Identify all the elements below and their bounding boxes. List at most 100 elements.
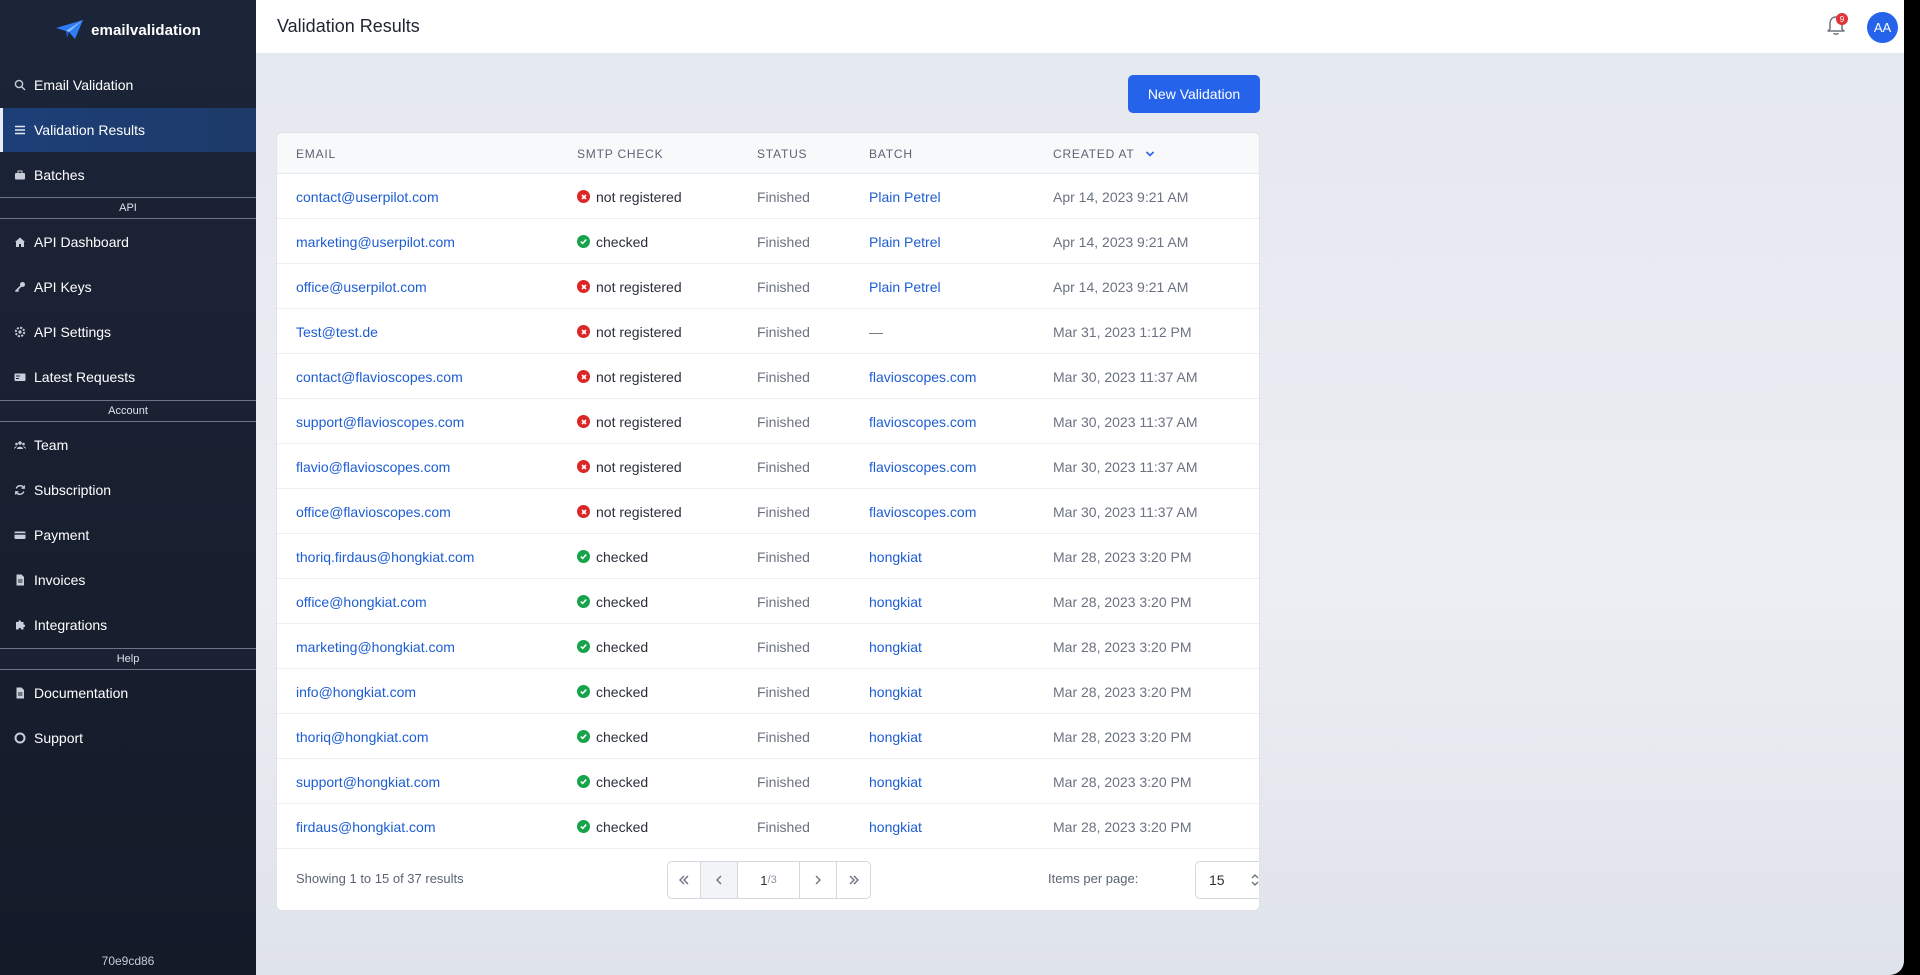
table-row: marketing@userpilot.com checked Finished Pl… (277, 219, 1259, 264)
sidebar-item-subscription[interactable]: Subscription (0, 468, 256, 512)
status-cell: Finished (757, 188, 810, 205)
status-cell: Finished (757, 233, 810, 250)
sidebar-item-api-keys[interactable]: API Keys (0, 265, 256, 309)
sidebar-item-invoices[interactable]: Invoices (0, 558, 256, 602)
sidebar-item-label: API Settings (34, 324, 112, 340)
batch-link[interactable]: flavioscopes.com (869, 399, 976, 444)
created-at-cell: Mar 31, 2023 1:12 PM (1053, 323, 1192, 340)
email-link[interactable]: support@flavioscopes.com (296, 399, 464, 444)
sidebar-item-validation-results[interactable]: Validation Results (0, 108, 256, 152)
table-row: info@hongkiat.com checked Finished hongkiat… (277, 669, 1259, 714)
smtp-check-text: not registered (596, 458, 682, 475)
created-at-cell: Mar 30, 2023 11:37 AM (1053, 503, 1198, 520)
avatar[interactable]: AA (1867, 12, 1898, 43)
email-link[interactable]: Test@test.de (296, 309, 378, 354)
sidebar-item-label: Payment (34, 527, 90, 543)
email-link[interactable]: thoriq.firdaus@hongkiat.com (296, 534, 474, 579)
email-link[interactable]: thoriq@hongkiat.com (296, 714, 429, 759)
sidebar-item-latest-requests[interactable]: Latest Requests (0, 355, 256, 399)
sidebar-item-payment[interactable]: Payment (0, 513, 256, 557)
table-header: EMAIL SMTP CHECK STATUS BATCH CREATED AT (277, 133, 1259, 174)
x-circle-icon (577, 460, 590, 473)
created-at-cell: Apr 14, 2023 9:21 AM (1053, 233, 1189, 250)
batch-link[interactable]: hongkiat (869, 534, 922, 579)
column-header-created-at[interactable]: CREATED AT (1053, 133, 1155, 174)
sidebar-item-integrations[interactable]: Integrations (0, 603, 256, 647)
email-link[interactable]: flavio@flavioscopes.com (296, 444, 450, 489)
smtp-check-text: checked (596, 593, 649, 610)
items-per-page-select[interactable]: 15 (1195, 861, 1259, 899)
first-page-button[interactable] (668, 862, 701, 898)
x-circle-icon (577, 415, 590, 428)
batch-link[interactable]: hongkiat (869, 669, 922, 714)
smtp-check-text: not registered (596, 188, 682, 205)
column-header-email[interactable]: EMAIL (296, 133, 336, 174)
sort-desc-icon[interactable] (1145, 150, 1155, 158)
batch-link[interactable]: flavioscopes.com (869, 444, 976, 489)
smtp-check-cell: not registered (577, 174, 682, 219)
select-arrows-icon (1251, 874, 1259, 886)
created-at-cell: Apr 14, 2023 9:21 AM (1053, 188, 1189, 205)
table-row: flavio@flavioscopes.com not registered Fin… (277, 444, 1259, 489)
email-link[interactable]: support@hongkiat.com (296, 759, 440, 804)
app-frame: emailvalidation Email Validation Validati… (0, 0, 1904, 975)
sidebar-item-email-validation[interactable]: Email Validation (0, 63, 256, 107)
email-link[interactable]: firdaus@hongkiat.com (296, 804, 436, 849)
status-cell: Finished (757, 323, 810, 340)
batch-link[interactable]: hongkiat (869, 579, 922, 624)
batch-link[interactable]: hongkiat (869, 714, 922, 759)
next-page-button[interactable] (800, 862, 837, 898)
batch-link[interactable]: Plain Petrel (869, 264, 941, 309)
email-link[interactable]: office@hongkiat.com (296, 579, 427, 624)
smtp-check-cell: checked (577, 219, 648, 264)
batch-link[interactable]: Plain Petrel (869, 174, 941, 219)
lifebuoy-icon (12, 730, 28, 746)
sidebar-item-batches[interactable]: Batches (0, 153, 256, 197)
double-chevron-right-icon (849, 875, 859, 885)
table-row: marketing@hongkiat.com checked Finished hon… (277, 624, 1259, 669)
table-row: office@hongkiat.com checked Finished hongki… (277, 579, 1259, 624)
sidebar-item-documentation[interactable]: Documentation (0, 671, 256, 715)
batch-link[interactable]: hongkiat (869, 804, 922, 849)
new-validation-button[interactable]: New Validation (1128, 75, 1260, 113)
created-at-cell: Mar 28, 2023 3:20 PM (1053, 818, 1192, 835)
status-cell: Finished (757, 413, 810, 430)
card-icon (12, 369, 28, 385)
batch-link[interactable]: hongkiat (869, 624, 922, 669)
sidebar-item-api-dashboard[interactable]: API Dashboard (0, 220, 256, 264)
brand-logo[interactable]: emailvalidation (0, 0, 256, 60)
page-input[interactable]: 1/3 (738, 862, 800, 898)
table-row: Test@test.de not registered Finished — Mar 3… (277, 309, 1259, 354)
table-row: thoriq.firdaus@hongkiat.com checked Finish… (277, 534, 1259, 579)
x-circle-icon (577, 190, 590, 203)
email-link[interactable]: contact@flavioscopes.com (296, 354, 463, 399)
list-icon (12, 122, 28, 138)
email-link[interactable]: marketing@userpilot.com (296, 219, 455, 264)
check-circle-icon (577, 235, 590, 248)
column-header-batch[interactable]: BATCH (869, 133, 913, 174)
last-page-button[interactable] (837, 862, 870, 898)
email-link[interactable]: marketing@hongkiat.com (296, 624, 455, 669)
column-header-smtp-check[interactable]: SMTP CHECK (577, 133, 663, 174)
results-table-card: EMAIL SMTP CHECK STATUS BATCH CREATED AT… (276, 132, 1260, 911)
sidebar-item-support[interactable]: Support (0, 716, 256, 760)
status-cell: Finished (757, 818, 810, 835)
email-link[interactable]: office@userpilot.com (296, 264, 427, 309)
column-header-status[interactable]: STATUS (757, 133, 807, 174)
total-pages: /3 (767, 874, 777, 886)
status-cell: Finished (757, 593, 810, 610)
email-link[interactable]: contact@userpilot.com (296, 174, 439, 219)
batch-link[interactable]: Plain Petrel (869, 219, 941, 264)
sidebar-item-label: API Keys (34, 279, 92, 295)
batch-link[interactable]: flavioscopes.com (869, 489, 976, 534)
email-link[interactable]: info@hongkiat.com (296, 669, 416, 714)
email-link[interactable]: office@flavioscopes.com (296, 489, 451, 534)
chevron-right-icon (815, 875, 821, 885)
batch-link[interactable]: hongkiat (869, 759, 922, 804)
batch-link[interactable]: flavioscopes.com (869, 354, 976, 399)
x-circle-icon (577, 325, 590, 338)
status-cell: Finished (757, 773, 810, 790)
sidebar-item-api-settings[interactable]: API Settings (0, 310, 256, 354)
previous-page-button[interactable] (701, 862, 738, 898)
sidebar-item-team[interactable]: Team (0, 423, 256, 467)
